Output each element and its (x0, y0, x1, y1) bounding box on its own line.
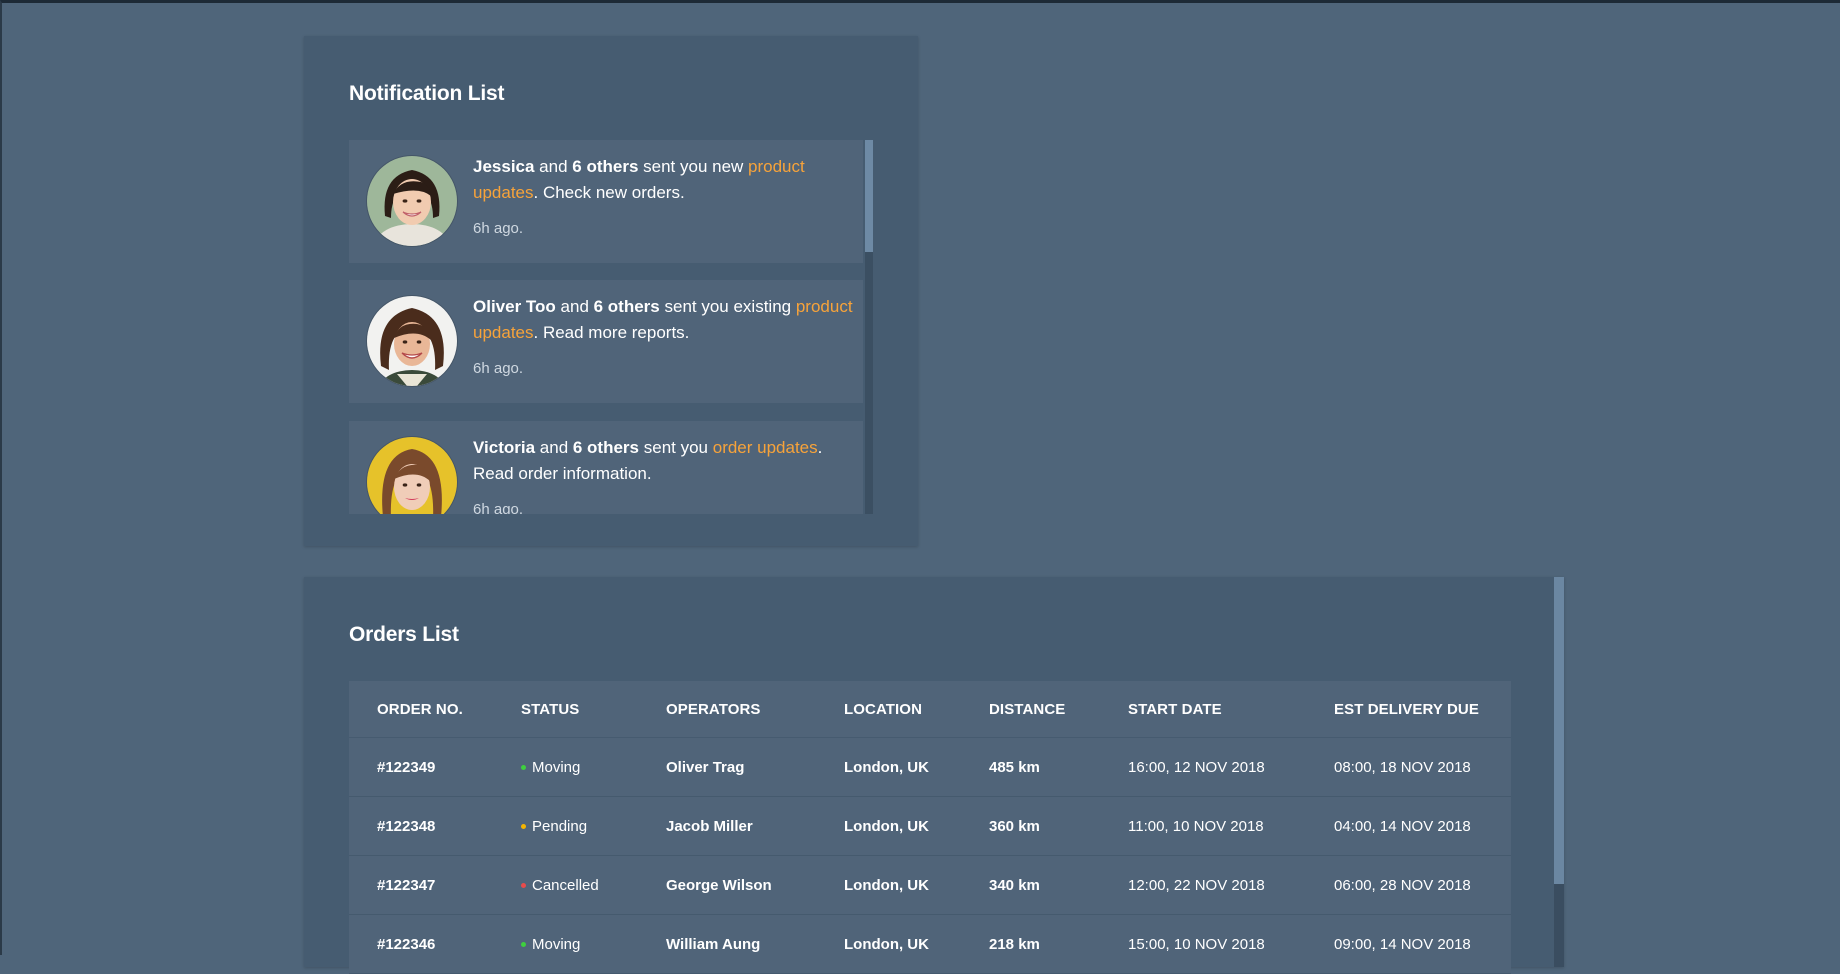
location: London, UK (844, 876, 929, 894)
status-cell: Moving (521, 915, 580, 973)
orders-table-header: ORDER NO. STATUS OPERATORS LOCATION DIST… (349, 681, 1511, 738)
start-date: 11:00, 10 NOV 2018 (1128, 817, 1264, 835)
distance: 218 km (989, 935, 1040, 953)
status-pending-dot-icon (521, 823, 526, 829)
notification-sender: Victoria (473, 438, 536, 457)
status-cell: Moving (521, 738, 580, 796)
column-header-status[interactable]: STATUS (521, 681, 579, 737)
notification-time: 6h ago. (473, 220, 524, 237)
status-label: Moving (532, 935, 581, 953)
location: London, UK (844, 817, 929, 835)
notification-text-part: sent you new (638, 157, 749, 176)
location: London, UK (844, 935, 929, 953)
notification-message: Oliver Too and 6 others sent you existin… (473, 294, 853, 346)
avatar-jessica-icon (367, 156, 457, 246)
notification-scrollbar-thumb[interactable] (865, 140, 873, 252)
start-date: 16:00, 12 NOV 2018 (1128, 758, 1265, 776)
status-cell: Pending (521, 797, 587, 855)
notification-item[interactable]: Victoria and 6 others sent you order upd… (349, 421, 863, 514)
column-header-location[interactable]: LOCATION (844, 681, 922, 737)
distance: 485 km (989, 758, 1040, 776)
column-header-order-no[interactable]: ORDER NO. (377, 681, 463, 737)
distance: 340 km (989, 876, 1040, 894)
operator-name: Jacob Miller (666, 817, 753, 835)
status-label: Pending (532, 817, 588, 835)
status-moving-dot-icon (521, 764, 526, 770)
column-header-distance[interactable]: DISTANCE (989, 681, 1065, 737)
order-number: #122349 (377, 758, 436, 776)
operator-name: Oliver Trag (666, 758, 745, 776)
notification-scroll-area[interactable]: Jessica and 6 others sent you new produc… (349, 140, 873, 514)
notification-message: Victoria and 6 others sent you order upd… (473, 435, 853, 487)
column-header-start-date[interactable]: START DATE (1128, 681, 1222, 737)
table-row[interactable]: #122349 Moving Oliver Trag London, UK 48… (349, 738, 1511, 797)
table-row[interactable]: #122348 Pending Jacob Miller London, UK … (349, 797, 1511, 856)
table-row[interactable]: #122346 Moving William Aung London, UK 2… (349, 915, 1511, 974)
order-number: #122347 (377, 876, 436, 894)
column-header-est-delivery-due[interactable]: EST DELIVERY DUE (1334, 681, 1479, 737)
est-delivery-due: 06:00, 28 NOV 2018 (1334, 876, 1471, 894)
avatar-oliver-icon (367, 296, 457, 386)
operator-name: William Aung (666, 935, 761, 953)
start-date: 12:00, 22 NOV 2018 (1128, 876, 1265, 894)
orders-table: ORDER NO. STATUS OPERATORS LOCATION DIST… (349, 681, 1511, 974)
operator-name: George Wilson (666, 876, 772, 894)
start-date: 15:00, 10 NOV 2018 (1128, 935, 1265, 953)
avatar-victoria-icon (367, 437, 457, 514)
location: London, UK (844, 758, 929, 776)
order-number: #122346 (377, 935, 436, 953)
notification-text-part: sent you existing (659, 297, 796, 316)
orders-list-card: Orders List ORDER NO. STATUS OPERATORS L… (304, 577, 1564, 974)
notification-message: Jessica and 6 others sent you new produc… (473, 154, 853, 206)
column-header-operators[interactable]: OPERATORS (666, 681, 761, 737)
status-label: Moving (532, 758, 581, 776)
status-label: Cancelled (532, 876, 599, 894)
notification-text-part: . Check new orders. (533, 183, 685, 202)
order-number: #122348 (377, 817, 436, 835)
status-cell: Cancelled (521, 856, 599, 914)
notification-sender: Oliver Too (473, 297, 556, 316)
notification-list-title: Notification List (349, 82, 505, 105)
notification-text-part: and (555, 297, 594, 316)
notification-others: 6 others (572, 157, 639, 176)
table-row[interactable]: #122347 Cancelled George Wilson London, … (349, 856, 1511, 915)
notification-item[interactable]: Jessica and 6 others sent you new produc… (349, 140, 863, 263)
notification-others: 6 others (572, 438, 640, 457)
distance: 360 km (989, 817, 1040, 835)
status-moving-dot-icon (521, 941, 526, 947)
notification-time: 6h ago. (473, 360, 524, 377)
notification-item[interactable]: Oliver Too and 6 others sent you existin… (349, 280, 863, 403)
notification-time: 6h ago. (473, 501, 524, 514)
notification-text-part: and (534, 157, 573, 176)
notification-list-card: Notification List Jessica and 6 others s… (304, 36, 918, 546)
notification-text-part: sent you (639, 438, 713, 457)
est-delivery-due: 09:00, 14 NOV 2018 (1334, 935, 1471, 953)
notification-others: 6 others (593, 297, 660, 316)
est-delivery-due: 08:00, 18 NOV 2018 (1334, 758, 1471, 776)
notification-sender: Jessica (473, 157, 535, 176)
notification-text-part: and (535, 438, 573, 457)
est-delivery-due: 04:00, 14 NOV 2018 (1334, 817, 1471, 835)
notification-link[interactable]: order updates (713, 438, 818, 457)
orders-list-title: Orders List (349, 623, 459, 646)
notification-text-part: . Read more reports. (533, 323, 690, 342)
status-cancelled-dot-icon (521, 882, 526, 888)
orders-scrollbar-thumb[interactable] (1554, 577, 1564, 884)
